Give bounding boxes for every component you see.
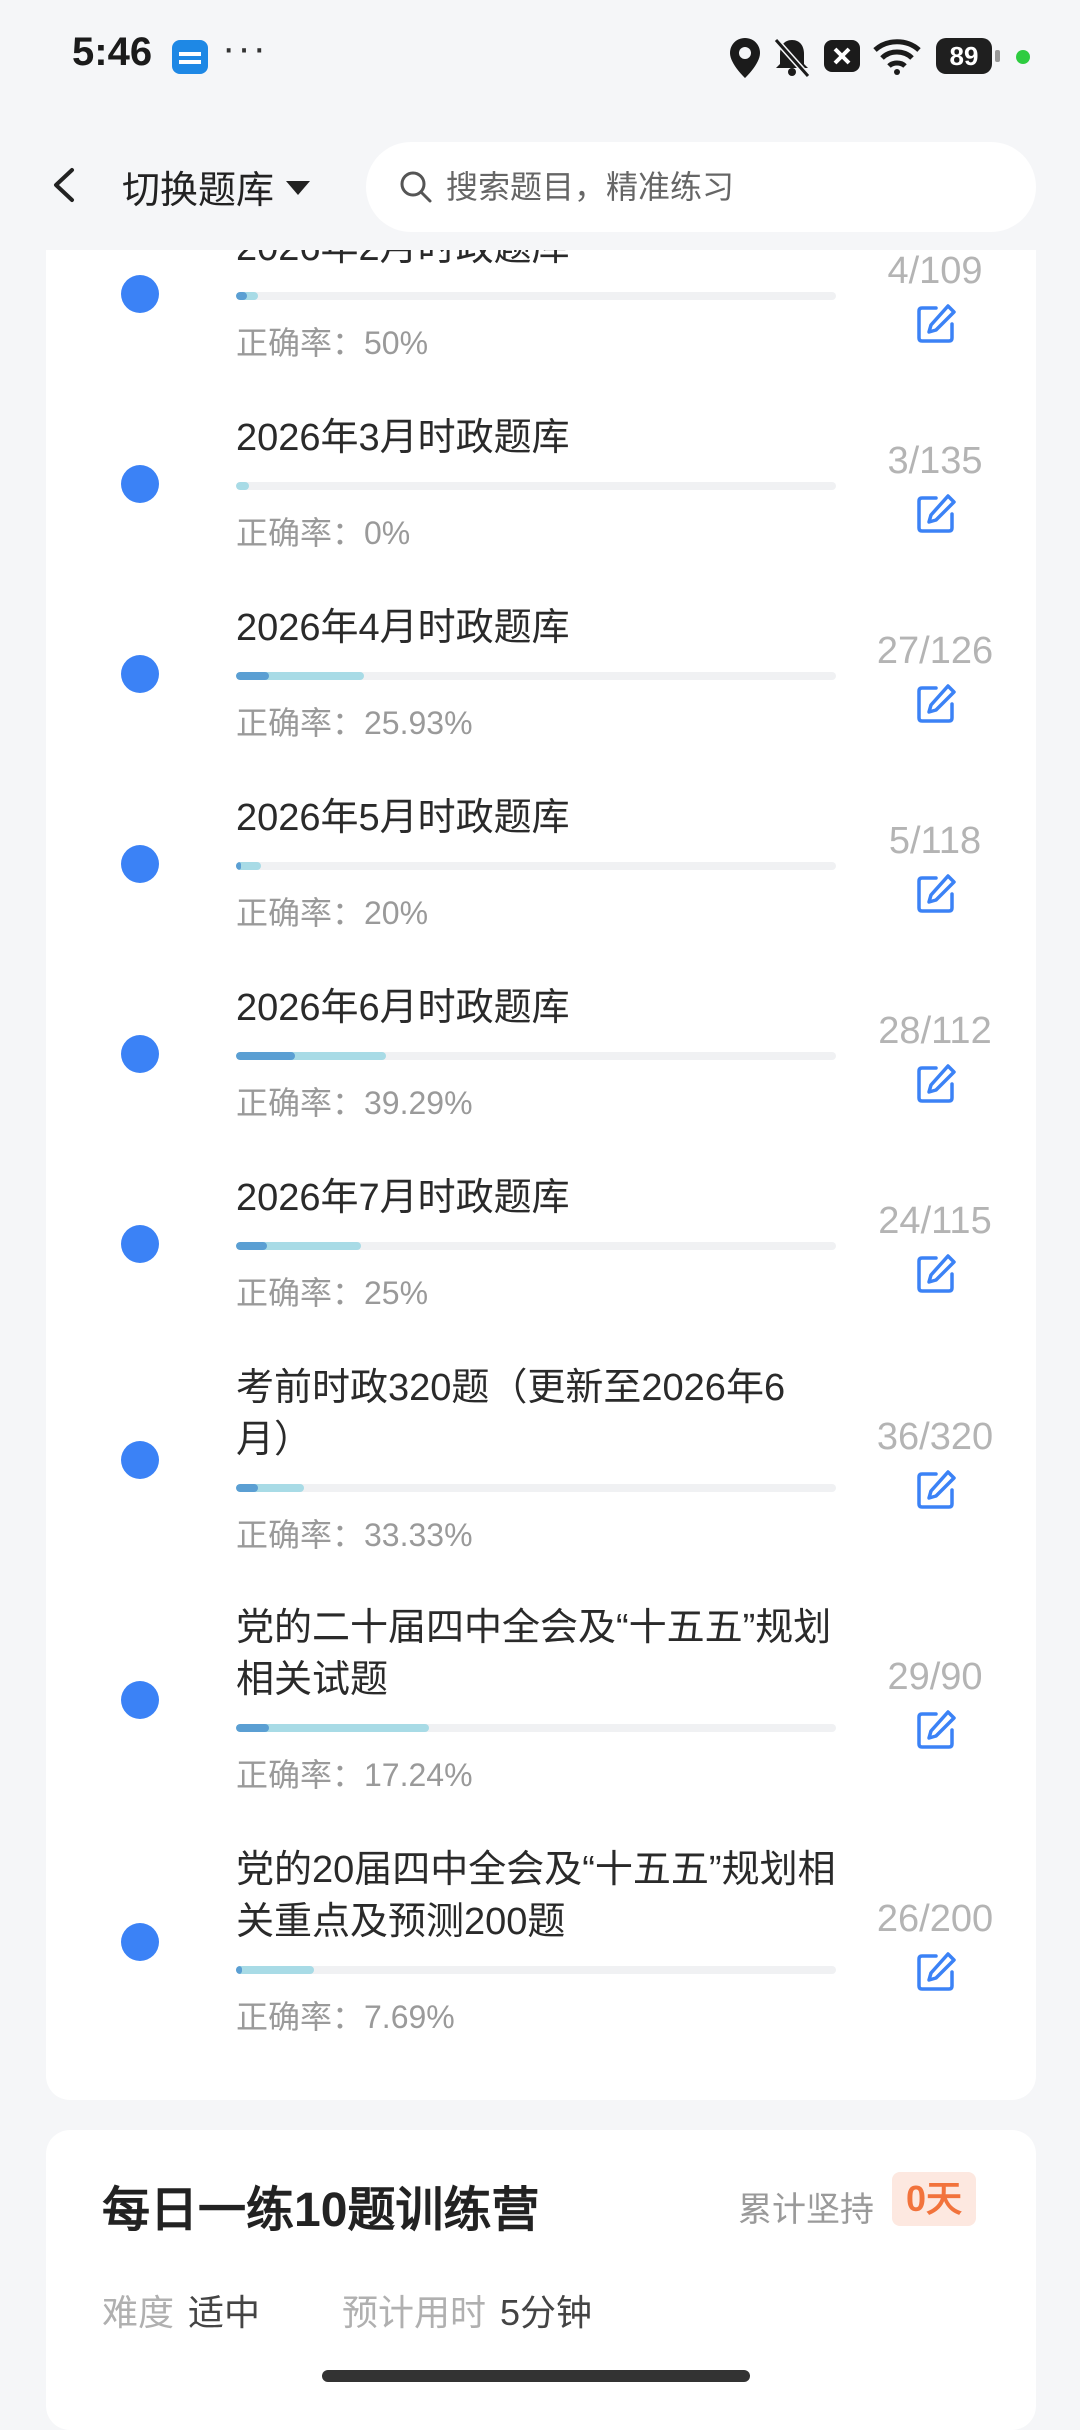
progress-bar: [236, 672, 836, 680]
progress-bar: [236, 292, 836, 300]
wifi-icon: [873, 39, 921, 75]
question-bank-title: 考前时政320题（更新至2026年6月）: [236, 1367, 786, 1461]
accuracy-text: 正确率：7.69%: [236, 1999, 455, 2035]
progress-fill: [236, 1484, 304, 1492]
home-indicator[interactable]: [322, 2370, 750, 2382]
progress-count: 28/112: [878, 1010, 992, 1052]
progress-bar: [236, 1052, 836, 1060]
switch-question-bank-label: 切换题库: [122, 169, 275, 212]
correct-fill: [236, 1052, 295, 1060]
progress-fill: [236, 1242, 362, 1250]
status-time: 5:46: [72, 30, 153, 74]
progress-bar: [236, 862, 836, 870]
question-bank-title: 2026年7月时政题库: [236, 1177, 570, 1219]
accuracy-text: 正确率：17.24%: [236, 1757, 473, 1793]
estimated-time-label: 预计用时: [342, 2292, 487, 2333]
top-navigation-bar: 切换题库: [0, 120, 1080, 250]
search-box[interactable]: [366, 142, 1036, 232]
difficulty-value: 适中: [188, 2292, 261, 2333]
edit-practice-icon[interactable]: [914, 682, 958, 726]
correct-fill: [236, 862, 242, 870]
accuracy-text: 正确率：39.29%: [236, 1085, 473, 1121]
accuracy-text: 正确率：33.33%: [236, 1517, 473, 1553]
progress-count: 4/109: [887, 250, 983, 292]
progress-fill: [236, 862, 262, 870]
progress-fill: [236, 1966, 314, 1974]
bullet-dot-icon: [121, 1923, 159, 1961]
progress-count: 3/135: [887, 440, 983, 482]
switch-question-bank-button[interactable]: 切换题库: [122, 158, 311, 214]
streak-label: 累计坚持: [738, 2191, 874, 2229]
edit-practice-icon[interactable]: [914, 1062, 958, 1106]
privacy-dot-icon: [1016, 50, 1030, 64]
bullet-dot-icon: [121, 1035, 159, 1073]
progress-bar: [236, 1724, 836, 1732]
estimated-time-info: 预计用时 5分钟: [342, 2284, 592, 2336]
question-bank-title: 党的二十届四中全会及“十五五”规划相关试题: [236, 1607, 832, 1701]
progress-count: 29/90: [887, 1656, 983, 1698]
edit-practice-icon[interactable]: [914, 1468, 958, 1512]
accuracy-text: 正确率：25.93%: [236, 705, 473, 741]
search-icon: [400, 171, 432, 203]
progress-count: 5/118: [888, 820, 982, 862]
progress-fill: [236, 1724, 430, 1732]
streak-badge: 0天: [892, 2172, 977, 2226]
more-notifications-icon: ···: [222, 26, 268, 70]
correct-fill: [236, 1966, 242, 1974]
edit-practice-icon[interactable]: [914, 1950, 958, 1994]
question-bank-title: 2026年6月时政题库: [236, 987, 570, 1029]
accuracy-text: 正确率：0%: [236, 515, 411, 551]
edit-practice-icon[interactable]: [914, 492, 958, 536]
edit-practice-icon[interactable]: [914, 1708, 958, 1752]
status-bar: 5:46 ··· 89: [0, 0, 1080, 120]
progress-fill: [236, 1052, 386, 1060]
caret-down-icon: [286, 181, 311, 195]
progress-bar: [236, 482, 836, 490]
progress-bar: [236, 1966, 836, 1974]
difficulty-label: 难度: [102, 2292, 175, 2333]
edit-practice-icon[interactable]: [914, 302, 958, 346]
progress-bar: [236, 1242, 836, 1250]
bullet-dot-icon: [121, 845, 159, 883]
progress-count: 27/126: [876, 630, 994, 672]
estimated-time-value: 5分钟: [500, 2292, 593, 2333]
correct-fill: [236, 292, 248, 300]
daily-practice-card[interactable]: 每日一练10题训练营 累计坚持 0天 难度 适中 预计用时 5分钟: [46, 2130, 1036, 2430]
correct-fill: [236, 1484, 259, 1492]
mute-bell-icon: [773, 38, 811, 78]
accuracy-text: 正确率：20%: [236, 895, 429, 931]
search-input[interactable]: [444, 167, 1008, 207]
correct-fill: [236, 672, 270, 680]
accuracy-text: 正确率：25%: [236, 1275, 429, 1311]
wallet-app-icon: [172, 40, 208, 74]
bullet-dot-icon: [121, 275, 159, 313]
question-bank-title: 2026年4月时政题库: [236, 607, 570, 649]
edit-practice-icon[interactable]: [914, 1252, 958, 1296]
progress-fill: [236, 292, 259, 300]
bullet-dot-icon: [121, 655, 159, 693]
correct-fill: [236, 1242, 268, 1250]
progress-count: 36/320: [876, 1416, 994, 1458]
daily-practice-title: 每日一练10题训练营: [102, 2184, 540, 2237]
correct-fill: [236, 1724, 270, 1732]
progress-count: 26/200: [876, 1898, 994, 1940]
close-notification-icon: [824, 40, 860, 72]
edit-practice-icon[interactable]: [914, 872, 958, 916]
progress-fill: [236, 482, 250, 490]
bullet-dot-icon: [121, 465, 159, 503]
accuracy-text: 正确率：50%: [236, 325, 429, 361]
question-bank-title: 党的20届四中全会及“十五五”规划相关重点及预测200题: [236, 1849, 836, 1943]
progress-fill: [236, 672, 365, 680]
bullet-dot-icon: [121, 1441, 159, 1479]
difficulty-info: 难度 适中: [102, 2284, 260, 2336]
bullet-dot-icon: [121, 1225, 159, 1263]
bullet-dot-icon: [121, 1681, 159, 1719]
battery-indicator: 89: [936, 38, 1000, 74]
location-icon: [730, 38, 760, 78]
back-arrow-icon[interactable]: [40, 160, 90, 210]
progress-count: 24/115: [878, 1200, 992, 1242]
question-bank-title: 2026年5月时政题库: [236, 797, 570, 839]
progress-bar: [236, 1484, 836, 1492]
question-bank-title: 2026年3月时政题库: [236, 417, 570, 459]
